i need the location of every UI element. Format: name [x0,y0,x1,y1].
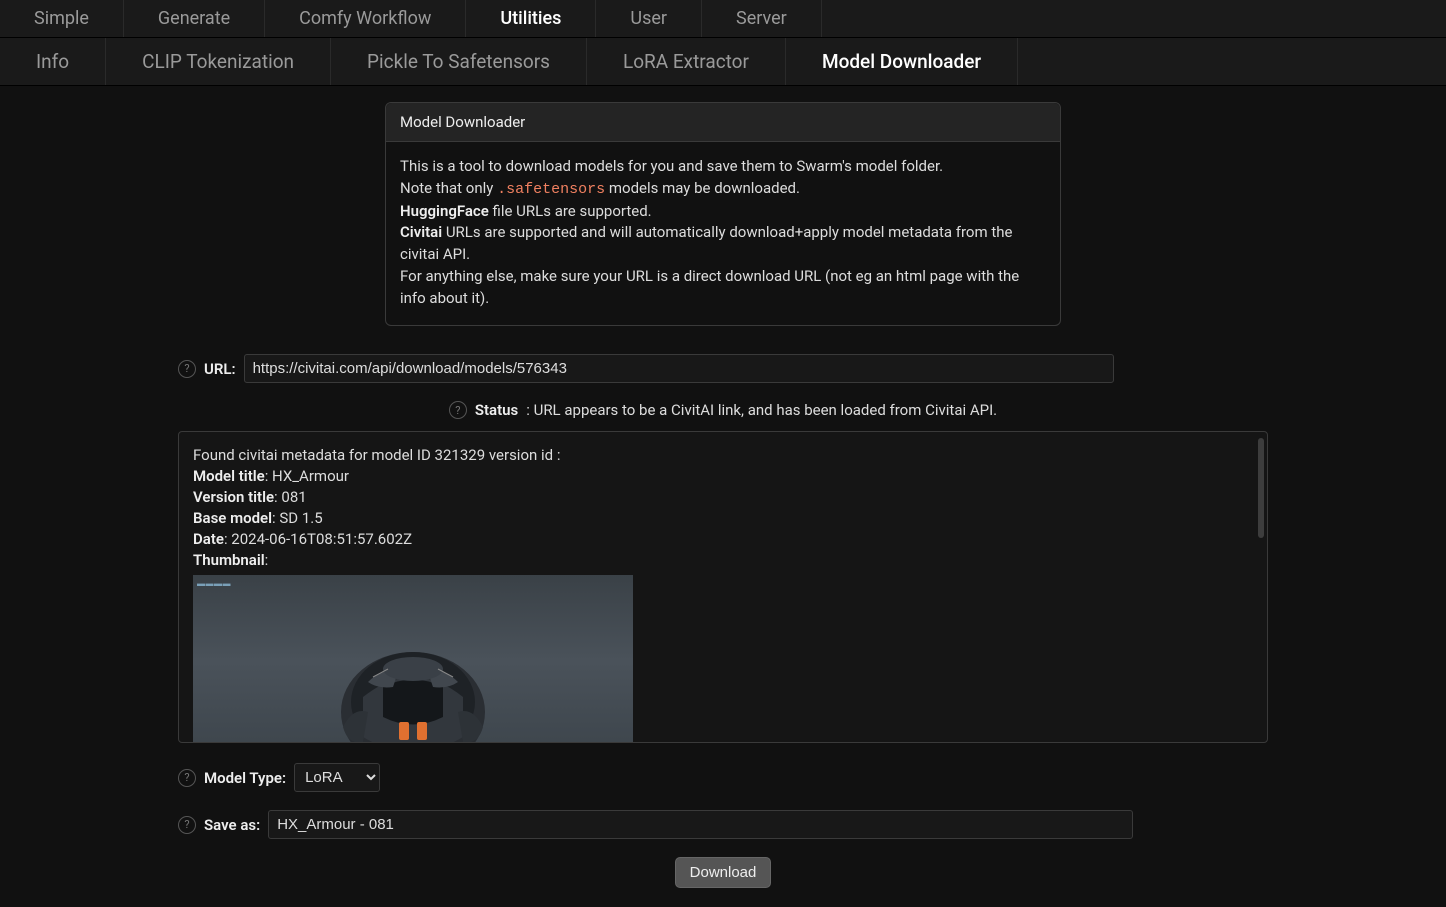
subtab-pickle-to-safetensors[interactable]: Pickle To Safetensors [331,38,587,85]
tab-generate[interactable]: Generate [124,0,265,37]
subtab-clip-tokenization[interactable]: CLIP Tokenization [106,38,331,85]
meta-model-title: Model title: HX_Armour [193,467,1253,485]
info-card: Model Downloader This is a tool to downl… [385,102,1061,326]
model-type-select[interactable]: LoRA [294,763,380,792]
info-line-1: This is a tool to download models for yo… [400,156,1046,178]
subtab-info[interactable]: Info [0,38,106,85]
thumbnail-image: ▬▬▬▬ [193,575,633,743]
info-line-4: Civitai URLs are supported and will auto… [400,222,1046,266]
safetensors-code: .safetensors [497,181,605,198]
tab-server[interactable]: Server [702,0,822,37]
meta-base-model: Base model: SD 1.5 [193,509,1253,527]
help-icon[interactable]: ? [178,816,196,834]
info-card-title: Model Downloader [386,103,1060,142]
metadata-box: Found civitai metadata for model ID 3213… [178,431,1268,743]
save-as-label: Save as: [204,816,260,834]
help-icon[interactable]: ? [178,769,196,787]
status-text: : URL appears to be a CivitAI link, and … [526,401,997,419]
meta-thumbnail-label: Thumbnail: [193,551,1253,569]
subtab-model-downloader[interactable]: Model Downloader [786,38,1018,85]
tab-utilities[interactable]: Utilities [466,0,596,37]
save-as-input[interactable] [268,810,1133,839]
tab-user[interactable]: User [596,0,702,37]
model-type-label: Model Type: [204,769,286,787]
meta-version-title: Version title: 081 [193,488,1253,506]
help-icon[interactable]: ? [449,401,467,419]
download-button[interactable]: Download [675,857,772,888]
url-row: ? URL: [178,354,1268,383]
status-row: ? Status : URL appears to be a CivitAI li… [178,401,1268,419]
scrollbar[interactable] [1258,438,1264,538]
thumbnail-watermark: ▬▬▬▬ [197,579,231,588]
meta-found: Found civitai metadata for model ID 3213… [193,446,1253,464]
armor-icon [313,627,513,743]
save-as-row: ? Save as: [178,810,1268,839]
tab-comfy-workflow[interactable]: Comfy Workflow [265,0,466,37]
model-type-row: ? Model Type: LoRA [178,763,1268,792]
subtab-lora-extractor[interactable]: LoRA Extractor [587,38,786,85]
meta-date: Date: 2024-06-16T08:51:57.602Z [193,530,1253,548]
info-line-2: Note that only .safetensors models may b… [400,178,1046,201]
secondary-tabs: Info CLIP Tokenization Pickle To Safeten… [0,38,1446,86]
tab-simple[interactable]: Simple [0,0,124,37]
url-input[interactable] [244,354,1114,383]
info-line-5: For anything else, make sure your URL is… [400,266,1046,310]
content-area: Model Downloader This is a tool to downl… [0,86,1446,907]
help-icon[interactable]: ? [178,360,196,378]
info-card-body: This is a tool to download models for yo… [386,142,1060,325]
primary-tabs: Simple Generate Comfy Workflow Utilities… [0,0,1446,38]
info-line-3: HuggingFace file URLs are supported. [400,201,1046,223]
url-label: URL: [204,360,236,378]
status-label: Status [475,401,518,419]
